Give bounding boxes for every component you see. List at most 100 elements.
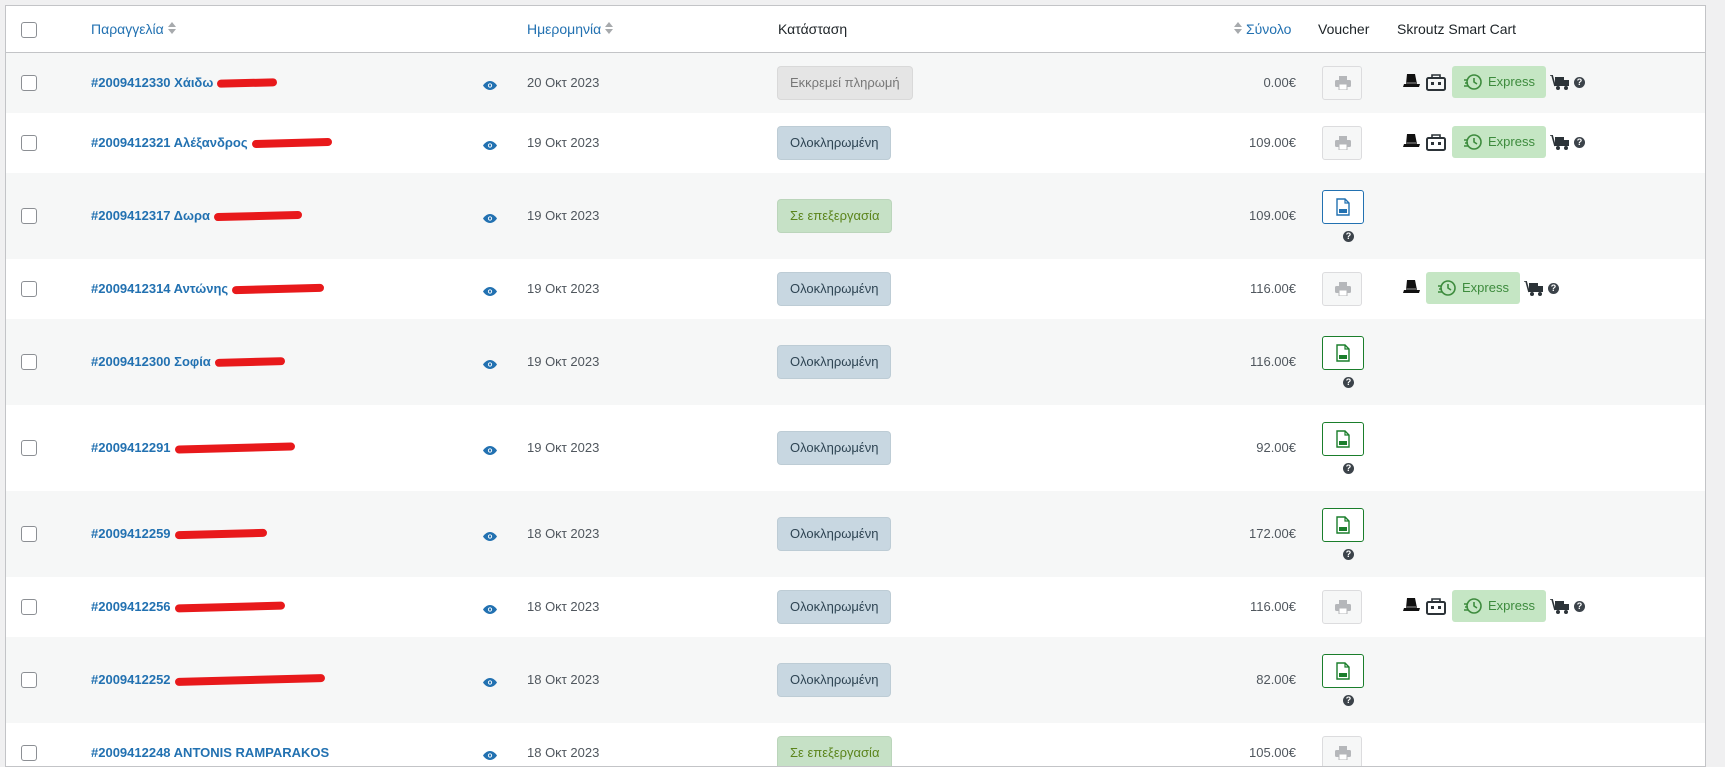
print-voucher-button[interactable]: [1322, 590, 1362, 624]
column-status: Κατάσταση: [778, 21, 848, 37]
preview-eye-icon[interactable]: [483, 78, 497, 93]
redaction-mark: [174, 673, 325, 686]
customer-name: Χάιδω: [174, 75, 214, 90]
printer-icon: [1335, 136, 1351, 153]
column-total[interactable]: Σύνολο: [1234, 6, 1291, 52]
print-voucher-button[interactable]: [1322, 272, 1362, 306]
help-icon[interactable]: ?: [1574, 77, 1585, 88]
order-link[interactable]: #2009412252: [91, 672, 171, 687]
redaction-mark: [174, 601, 285, 613]
redaction-mark: [174, 528, 267, 539]
order-cell: #2009412256: [91, 599, 285, 615]
order-number: #2009412256: [91, 599, 171, 614]
customer-name: Σοφία: [174, 354, 211, 369]
table-row: #2009412259 18 Οκτ 2023 Ολοκληρωμένη 172.00…: [6, 491, 1705, 577]
order-number: #2009412259: [91, 526, 171, 541]
preview-eye-icon[interactable]: [483, 443, 497, 458]
select-all-checkbox[interactable]: [21, 22, 37, 38]
row-checkbox[interactable]: [21, 440, 37, 456]
voucher-pdf-button[interactable]: [1322, 336, 1364, 370]
status-badge: Ολοκληρωμένη: [777, 126, 892, 160]
row-checkbox[interactable]: [21, 281, 37, 297]
redaction-mark: [251, 137, 332, 148]
preview-eye-icon[interactable]: [483, 357, 497, 372]
help-icon[interactable]: ?: [1574, 137, 1585, 148]
printer-icon: [1335, 76, 1351, 93]
order-link[interactable]: #2009412248 ANTONIS RAMPARAKOS: [91, 745, 329, 760]
row-checkbox[interactable]: [21, 526, 37, 542]
preview-eye-icon[interactable]: [483, 748, 497, 763]
order-number: #2009412321: [91, 135, 171, 150]
order-cell: #2009412252: [91, 672, 325, 688]
print-voucher-button[interactable]: [1322, 66, 1362, 100]
order-link[interactable]: #2009412314 Αντώνης: [91, 281, 228, 296]
help-icon[interactable]: ?: [1343, 377, 1354, 388]
delivery-truck-icon: [1550, 598, 1570, 618]
row-checkbox[interactable]: [21, 135, 37, 151]
preview-eye-icon[interactable]: [483, 138, 497, 153]
help-icon[interactable]: ?: [1343, 549, 1354, 560]
order-link[interactable]: #2009412256: [91, 599, 171, 614]
row-checkbox[interactable]: [21, 208, 37, 224]
status-badge: Ολοκληρωμένη: [777, 431, 892, 465]
help-icon[interactable]: ?: [1343, 463, 1354, 474]
print-voucher-button[interactable]: [1322, 736, 1362, 766]
help-icon[interactable]: ?: [1574, 601, 1585, 612]
redaction-mark: [213, 210, 303, 221]
row-checkbox[interactable]: [21, 599, 37, 615]
order-date: 20 Οκτ 2023: [527, 75, 600, 90]
column-total-label: Σύνολο: [1246, 21, 1292, 37]
preview-eye-icon[interactable]: [483, 284, 497, 299]
express-label: Express: [1488, 134, 1535, 149]
order-total: 116.00€: [1249, 281, 1296, 296]
order-link[interactable]: #2009412330 Χάιδω: [91, 75, 213, 90]
column-order[interactable]: Παραγγελία: [91, 6, 177, 52]
redaction-mark: [232, 283, 325, 294]
column-date[interactable]: Ημερομηνία: [527, 6, 614, 52]
printer-icon: [1335, 746, 1351, 763]
voucher-pdf-button[interactable]: [1322, 190, 1364, 224]
table-row: #2009412321 Αλέξανδρος 19 Οκτ 2023 Ολοκληρ…: [6, 113, 1705, 173]
order-cell: #2009412314 Αντώνης: [91, 281, 325, 297]
package-icon: [1426, 597, 1446, 618]
help-icon[interactable]: ?: [1343, 231, 1354, 242]
preview-eye-icon[interactable]: [483, 529, 497, 544]
package-icon: [1426, 73, 1446, 94]
column-skroutz: Skroutz Smart Cart: [1397, 21, 1517, 37]
print-voucher-button[interactable]: [1322, 126, 1362, 160]
voucher-pdf-button[interactable]: [1322, 654, 1364, 688]
order-link[interactable]: #2009412291: [91, 440, 171, 455]
voucher-pdf-button[interactable]: [1322, 422, 1364, 456]
row-checkbox[interactable]: [21, 354, 37, 370]
order-link[interactable]: #2009412317 Δωρα: [91, 208, 210, 223]
order-total: 116.00€: [1249, 599, 1296, 614]
order-cell: #2009412291: [91, 440, 295, 456]
order-total: 105.00€: [1249, 745, 1296, 760]
pdf-file-icon: [1336, 516, 1350, 537]
row-checkbox[interactable]: [21, 745, 37, 761]
status-badge: Ολοκληρωμένη: [777, 590, 892, 624]
status-badge: Εκκρεμεί πληρωμή: [777, 66, 913, 100]
order-link[interactable]: #2009412300 Σοφία: [91, 354, 211, 369]
pdf-file-icon: [1336, 430, 1350, 451]
preview-eye-icon[interactable]: [483, 675, 497, 690]
pdf-file-icon: [1336, 198, 1350, 219]
preview-eye-icon[interactable]: [483, 211, 497, 226]
order-number: #2009412317: [91, 208, 171, 223]
order-link[interactable]: #2009412321 Αλέξανδρος: [91, 135, 248, 150]
row-checkbox[interactable]: [21, 672, 37, 688]
voucher-pdf-button[interactable]: [1322, 508, 1364, 542]
order-link[interactable]: #2009412259: [91, 526, 171, 541]
help-icon[interactable]: ?: [1548, 283, 1559, 294]
help-icon[interactable]: ?: [1343, 695, 1354, 706]
order-number: #2009412314: [91, 281, 171, 296]
table-row: #2009412248 ANTONIS RAMPARAKOS 18 Οκτ 202…: [6, 723, 1705, 766]
row-checkbox[interactable]: [21, 75, 37, 91]
order-date: 18 Οκτ 2023: [527, 526, 600, 541]
preview-eye-icon[interactable]: [483, 602, 497, 617]
customer-name: Αντώνης: [173, 281, 229, 296]
hat-icon: [1402, 73, 1422, 94]
hat-icon: [1402, 133, 1422, 154]
order-total: 172.00€: [1249, 526, 1296, 541]
order-cell: #2009412330 Χάιδω: [91, 75, 278, 91]
